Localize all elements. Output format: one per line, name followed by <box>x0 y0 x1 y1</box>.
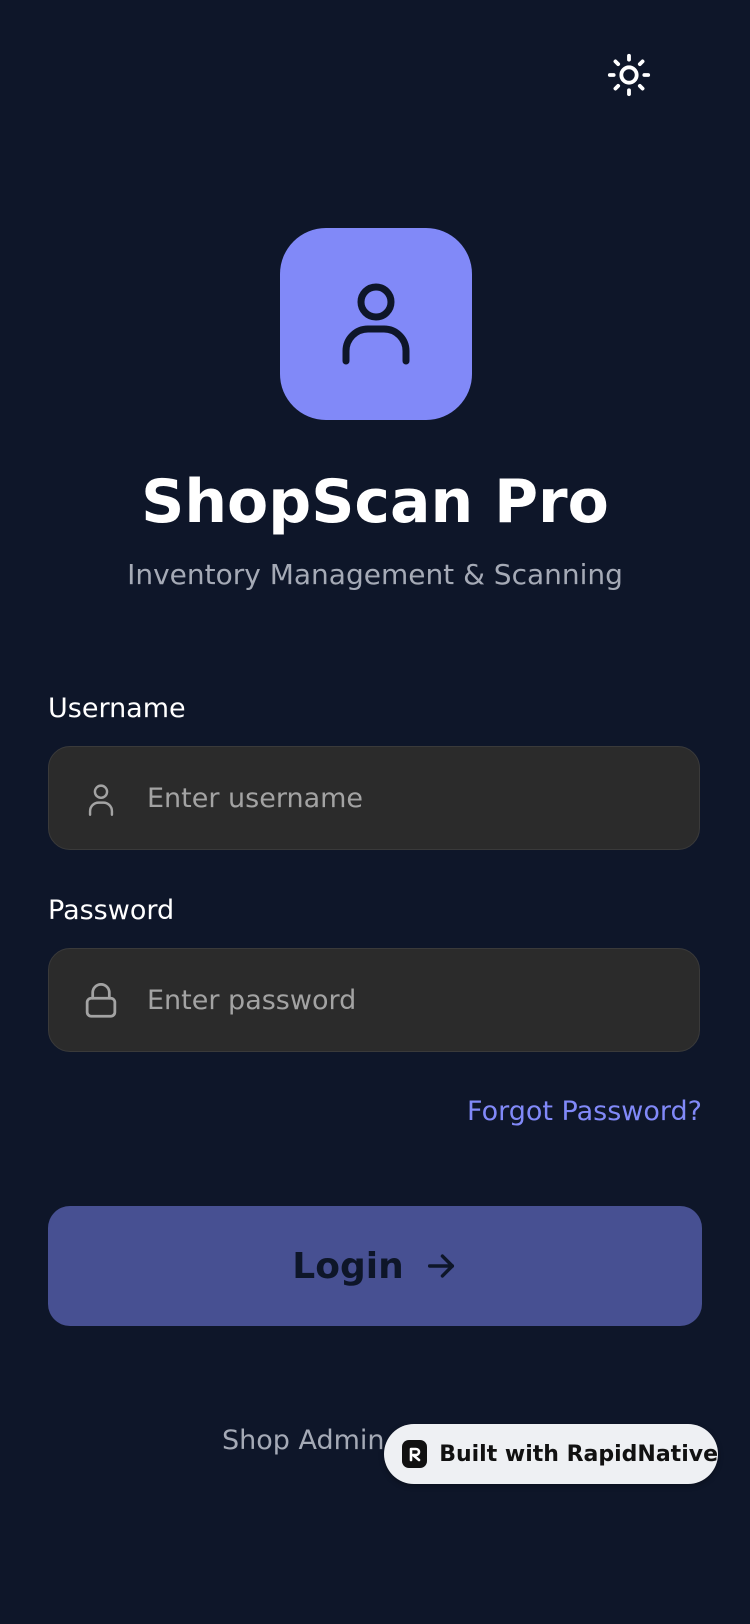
username-input[interactable] <box>147 747 677 849</box>
app-title: ShopScan Pro <box>141 467 609 537</box>
login-button[interactable]: Login <box>48 1206 702 1326</box>
password-input[interactable] <box>147 949 677 1051</box>
footer-text: Shop Admin <box>222 1425 385 1456</box>
theme-toggle-button[interactable] <box>603 49 655 101</box>
built-with-badge[interactable]: Built with RapidNative <box>384 1424 718 1484</box>
user-icon <box>83 781 119 817</box>
username-label: Username <box>48 693 186 724</box>
password-label: Password <box>48 895 175 926</box>
app-logo <box>280 228 472 420</box>
login-button-label: Login <box>292 1245 404 1287</box>
sun-icon <box>607 53 651 97</box>
user-icon <box>342 283 410 365</box>
built-with-label: Built with RapidNative <box>439 1441 718 1467</box>
password-field[interactable] <box>48 948 700 1052</box>
username-field[interactable] <box>48 746 700 850</box>
forgot-password-link[interactable]: Forgot Password? <box>467 1096 702 1127</box>
arrow-right-icon <box>427 1254 454 1278</box>
lock-icon <box>83 983 119 1019</box>
app-subtitle: Inventory Management & Scanning <box>127 558 623 591</box>
rapidnative-logo-icon <box>402 1440 428 1468</box>
